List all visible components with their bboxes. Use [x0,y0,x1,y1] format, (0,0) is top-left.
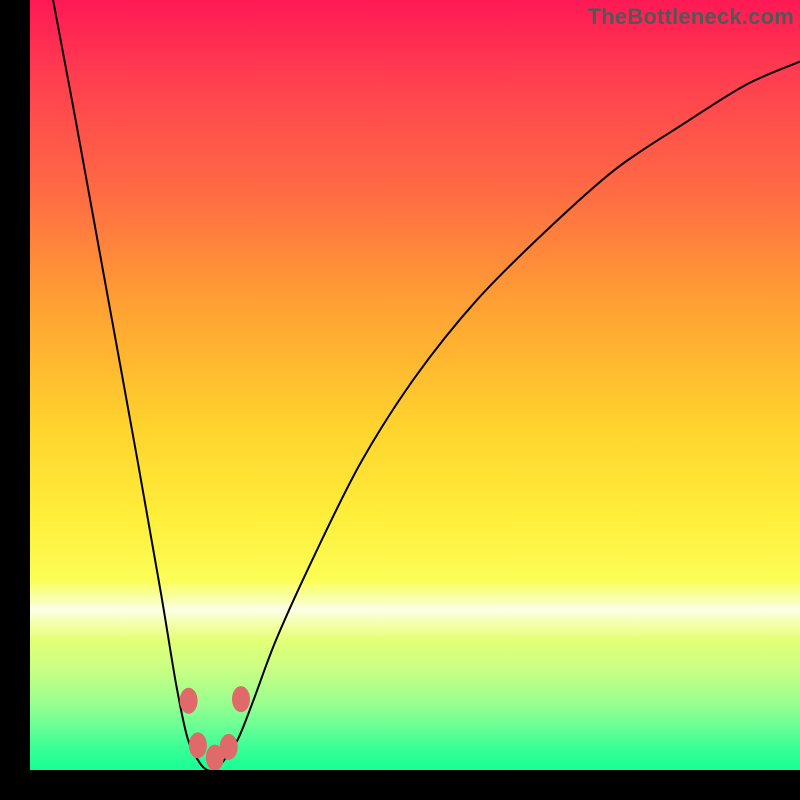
watermark-text: TheBottleneck.com [588,4,794,30]
highlight-band [30,580,800,640]
chart-plot-area [30,0,800,770]
